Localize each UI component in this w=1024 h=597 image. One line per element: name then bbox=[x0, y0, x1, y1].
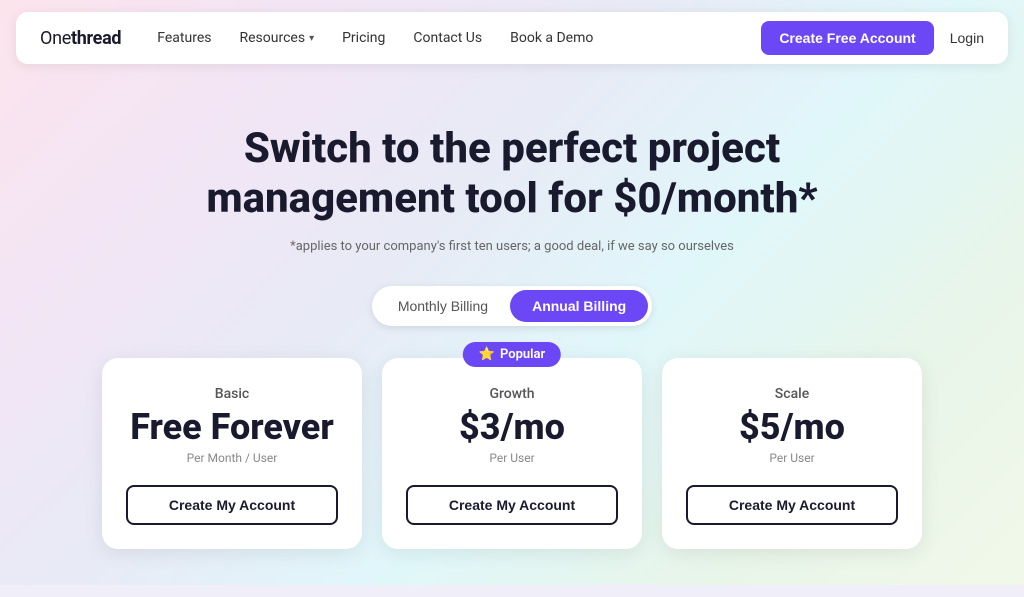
nav-features[interactable]: Features bbox=[157, 30, 211, 46]
monthly-billing-button[interactable]: Monthly Billing bbox=[376, 290, 510, 322]
card-scale: Scale $5/mo Per User Create My Account bbox=[662, 358, 922, 550]
hero-title: Switch to the perfect project management… bbox=[192, 124, 832, 225]
card-basic: Basic Free Forever Per Month / User Crea… bbox=[102, 358, 362, 550]
hero-section: Switch to the perfect project management… bbox=[0, 76, 1024, 581]
card-growth: Growth $3/mo Per User Create My Account bbox=[382, 358, 642, 550]
nav-pricing[interactable]: Pricing bbox=[342, 30, 385, 46]
plan-growth: ⭐ Popular Growth $3/mo Per User Create M… bbox=[382, 358, 642, 550]
nav-resources[interactable]: Resources ▾ bbox=[239, 30, 314, 46]
plan-scale: Scale $5/mo Per User Create My Account bbox=[662, 358, 922, 550]
price-sub-growth: Per User bbox=[406, 451, 618, 465]
logo-part1: One bbox=[40, 28, 71, 49]
nav-demo[interactable]: Book a Demo bbox=[510, 30, 593, 46]
popular-badge: ⭐ Popular bbox=[463, 342, 561, 367]
billing-toggle: Monthly Billing Annual Billing bbox=[372, 286, 652, 326]
plan-label-scale: Scale bbox=[686, 386, 898, 402]
plan-label-growth: Growth bbox=[406, 386, 618, 402]
price-sub-scale: Per User bbox=[686, 451, 898, 465]
price-scale: $5/mo bbox=[686, 408, 898, 448]
logo-part2: thread bbox=[71, 28, 121, 49]
plan-basic: Basic Free Forever Per Month / User Crea… bbox=[102, 358, 362, 550]
cta-basic[interactable]: Create My Account bbox=[126, 485, 338, 525]
page-wrapper: Onethread Features Resources ▾ Pricing C… bbox=[0, 12, 1024, 597]
create-account-button[interactable]: Create Free Account bbox=[761, 21, 933, 55]
login-button[interactable]: Login bbox=[950, 30, 984, 46]
navbar: Onethread Features Resources ▾ Pricing C… bbox=[16, 12, 1008, 64]
cta-growth[interactable]: Create My Account bbox=[406, 485, 618, 525]
price-growth: $3/mo bbox=[406, 408, 618, 448]
popular-label: Popular bbox=[500, 347, 545, 362]
hero-subtitle: *applies to your company's first ten use… bbox=[20, 239, 1004, 254]
pricing-cards: Basic Free Forever Per Month / User Crea… bbox=[20, 358, 1004, 550]
logo[interactable]: Onethread bbox=[40, 28, 121, 49]
nav-actions: Create Free Account Login bbox=[761, 21, 984, 55]
annual-billing-button[interactable]: Annual Billing bbox=[510, 290, 648, 322]
nav-links: Features Resources ▾ Pricing Contact Us … bbox=[157, 30, 761, 46]
nav-contact[interactable]: Contact Us bbox=[413, 30, 482, 46]
price-sub-basic: Per Month / User bbox=[126, 451, 338, 465]
price-basic: Free Forever bbox=[126, 408, 338, 448]
chevron-down-icon: ▾ bbox=[309, 33, 314, 44]
plan-label-basic: Basic bbox=[126, 386, 338, 402]
star-icon: ⭐ bbox=[479, 347, 495, 362]
cta-scale[interactable]: Create My Account bbox=[686, 485, 898, 525]
